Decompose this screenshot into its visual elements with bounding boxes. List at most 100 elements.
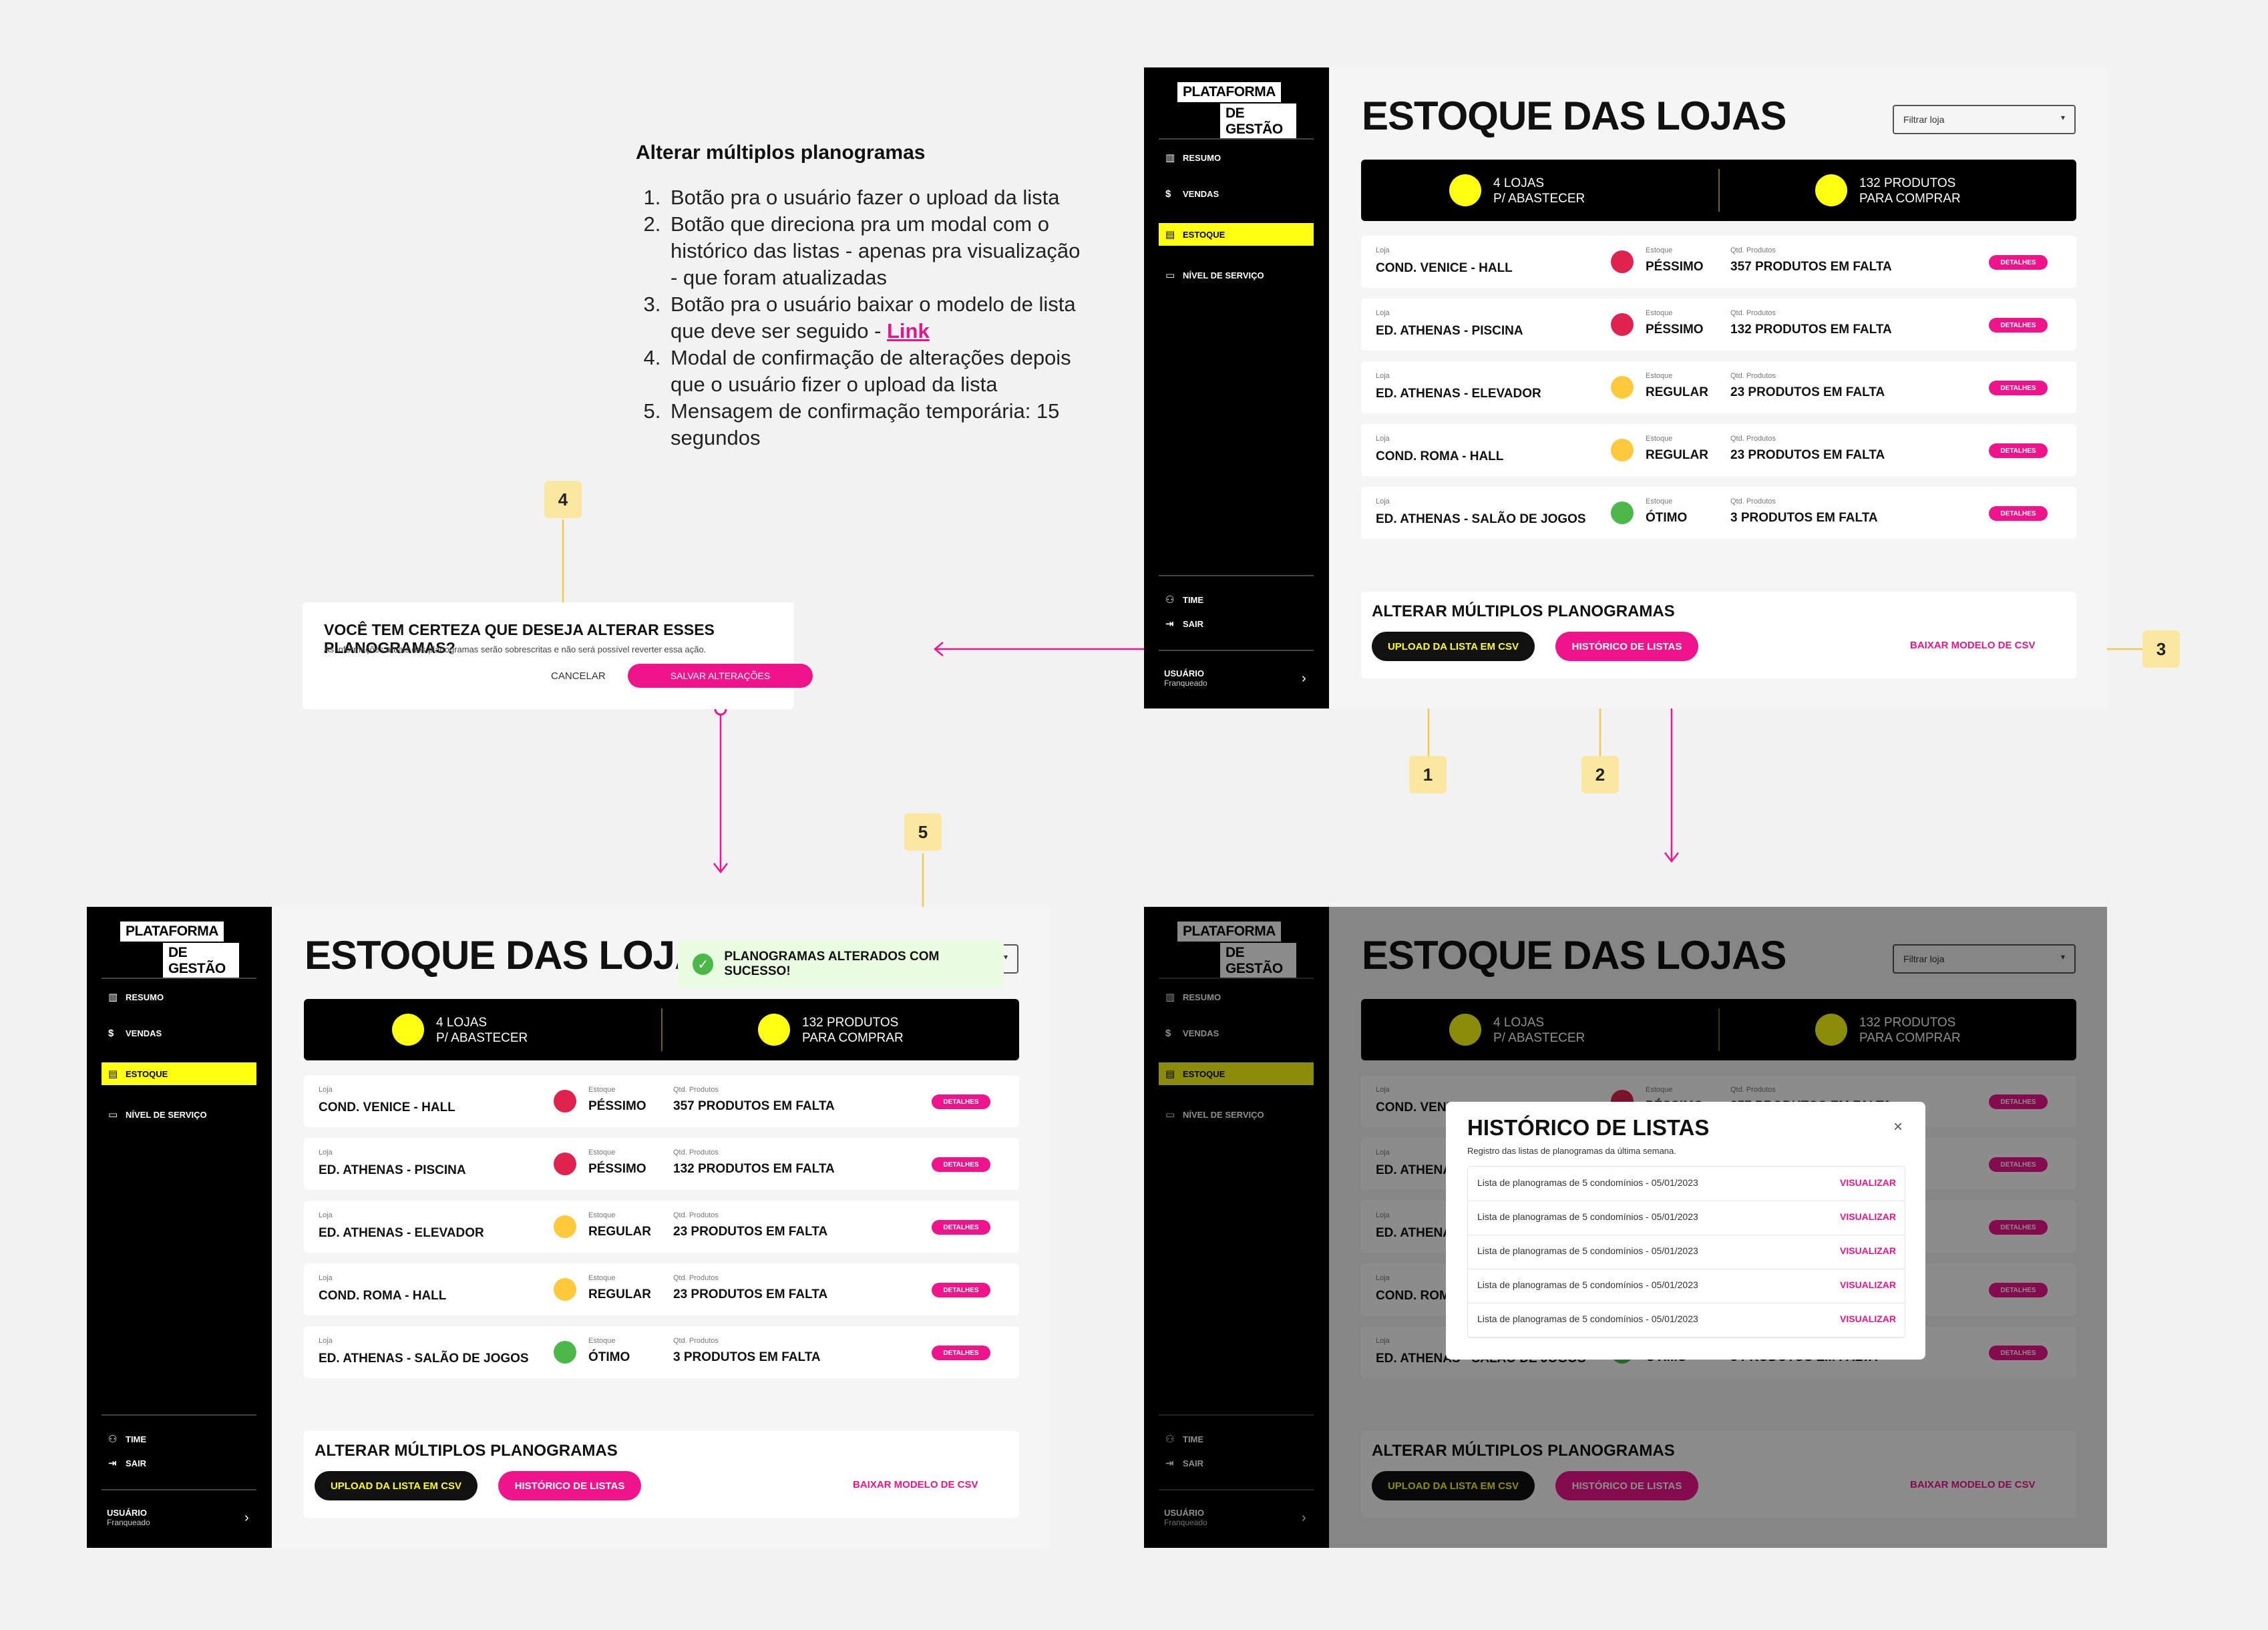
sidebar-item-nivel-servico[interactable]: ▭ NÍVEL DE SERVIÇO	[1159, 264, 1314, 286]
store-filter-select[interactable]: Filtrar loja▾	[1893, 105, 2076, 134]
missing-products: 23 PRODUTOS EM FALTA	[1730, 448, 1885, 462]
sidebar-item-nivel-servico[interactable]: ▭ NÍVEL DE SERVIÇO	[102, 1103, 256, 1126]
view-link[interactable]: VISUALIZAR	[1840, 1177, 1896, 1188]
table-row[interactable]: Loja ED. ATHENAS - PISCINA Estoque PÉSSI…	[304, 1138, 1019, 1190]
user-menu[interactable]: USUÁRIO Franqueado	[107, 1508, 150, 1527]
alterar-planogramas-panel: ALTERAR MÚLTIPLOS PLANOGRAMAS UPLOAD DA …	[1361, 592, 2076, 678]
dollar-icon: $	[1165, 188, 1171, 200]
table-row[interactable]: Loja COND. ROMA - HALL Estoque REGULAR Q…	[1361, 424, 2076, 476]
status-label: PÉSSIMO	[1646, 260, 1704, 274]
sidebar-item-vendas[interactable]: $ VENDAS	[102, 1022, 256, 1044]
view-link[interactable]: VISUALIZAR	[1840, 1211, 1896, 1222]
template-link[interactable]: Link	[887, 319, 930, 343]
store-name: ED. ATHENAS - PISCINA	[319, 1163, 466, 1177]
sidebar-item-sair[interactable]: ⇥ SAIR	[102, 1452, 256, 1474]
view-link[interactable]: VISUALIZAR	[1840, 1245, 1896, 1256]
table-row[interactable]: Loja ED. ATHENAS - ELEVADOR Estoque REGU…	[304, 1201, 1019, 1253]
details-button[interactable]: DETALHES	[932, 1094, 990, 1109]
upload-csv-button[interactable]: UPLOAD DA LISTA EM CSV	[315, 1471, 478, 1500]
inventory-icon: ▤	[108, 1068, 118, 1080]
bar-chart-icon: ▥	[108, 992, 118, 1003]
table-row[interactable]: Loja ED. ATHENAS - PISCINA Estoque PÉSSI…	[1361, 298, 2076, 351]
details-button[interactable]: DETALHES	[932, 1220, 990, 1235]
note-item: Mensagem de confirmação temporária: 15 s…	[667, 398, 1090, 451]
status-dot	[554, 1215, 576, 1238]
download-template-link[interactable]: BAIXAR MODELO DE CSV	[853, 1479, 978, 1490]
table-row[interactable]: Loja ED. ATHENAS - ELEVADOR Estoque REGU…	[1361, 361, 2076, 413]
status-label: REGULAR	[588, 1287, 651, 1301]
history-button[interactable]: HISTÓRICO DE LISTAS	[1555, 632, 1698, 661]
annotation-badge-3: 3	[2142, 630, 2180, 668]
store-name: COND. ROMA - HALL	[1376, 449, 1504, 463]
history-list: Lista de planogramas de 5 condomínios - …	[1467, 1166, 1905, 1338]
table-row[interactable]: Loja COND. VENICE - HALL Estoque PÉSSIMO…	[304, 1075, 1019, 1127]
kpi-divider	[1718, 169, 1720, 212]
list-name: Lista de planogramas de 5 condomínios - …	[1477, 1245, 1698, 1256]
kpi-bar: 4 LOJAS P/ ABASTECER 132 PRODUTOS PARA COM…	[1361, 160, 2076, 221]
store-name: ED. ATHENAS - ELEVADOR	[319, 1226, 484, 1240]
sidebar-item-estoque[interactable]: ▤ ESTOQUE	[102, 1062, 256, 1085]
details-button[interactable]: DETALHES	[932, 1157, 990, 1172]
list-item: Lista de planogramas de 5 condomínios - …	[1468, 1235, 1905, 1269]
sidebar-item-resumo[interactable]: ▥ RESUMO	[1159, 146, 1314, 169]
user-menu[interactable]: USUÁRIO Franqueado	[1164, 668, 1207, 688]
alterar-planogramas-panel: ALTERAR MÚLTIPLOS PLANOGRAMAS UPLOAD DA …	[304, 1431, 1019, 1518]
status-label: ÓTIMO	[588, 1350, 630, 1364]
status-dot	[554, 1090, 576, 1112]
missing-products: 132 PRODUTOS EM FALTA	[1730, 323, 1892, 337]
sidebar: PLATAFORMA DE GESTÃO ▥ RESUMO $ VENDAS ▤ ES…	[87, 907, 272, 1548]
sidebar-item-sair[interactable]: ⇥ SAIR	[1159, 612, 1314, 635]
section-title: ALTERAR MÚLTIPLOS PLANOGRAMAS	[315, 1442, 618, 1460]
list-item: Lista de planogramas de 5 condomínios - …	[1468, 1201, 1905, 1235]
sidebar-item-estoque[interactable]: ▤ ESTOQUE	[1159, 223, 1314, 246]
close-icon[interactable]: ×	[1893, 1118, 1903, 1137]
sidebar-item-resumo[interactable]: ▥ RESUMO	[102, 986, 256, 1008]
missing-products: 357 PRODUTOS EM FALTA	[673, 1099, 835, 1113]
table-row[interactable]: Loja ED. ATHENAS - SALÃO DE JOGOS Estoqu…	[304, 1326, 1019, 1378]
chevron-right-icon[interactable]: ›	[244, 1510, 249, 1526]
status-dot	[1611, 501, 1634, 524]
modal-subtitle: Registro das listas de planogramas da úl…	[1467, 1146, 1676, 1156]
sidebar-item-time[interactable]: ⚇ TIME	[102, 1428, 256, 1450]
store-name: ED. ATHENAS - PISCINA	[1376, 324, 1523, 338]
list-name: Lista de planogramas de 5 condomínios - …	[1477, 1177, 1698, 1188]
view-link[interactable]: VISUALIZAR	[1840, 1279, 1896, 1290]
history-button[interactable]: HISTÓRICO DE LISTAS	[498, 1471, 641, 1500]
status-dot	[554, 1341, 576, 1364]
download-template-link[interactable]: BAIXAR MODELO DE CSV	[1910, 640, 2036, 651]
details-button[interactable]: DETALHES	[1989, 255, 2048, 270]
table-row[interactable]: Loja ED. ATHENAS - SALÃO DE JOGOS Estoqu…	[1361, 487, 2076, 539]
details-button[interactable]: DETALHES	[932, 1346, 990, 1360]
missing-products: 23 PRODUTOS EM FALTA	[1730, 385, 1885, 399]
kpi-bar: 4 LOJAS P/ ABASTECER 132 PRODUTOS PARA COM…	[304, 999, 1019, 1060]
missing-products: 3 PRODUTOS EM FALTA	[1730, 511, 1878, 525]
upload-csv-button[interactable]: UPLOAD DA LISTA EM CSV	[1372, 632, 1535, 661]
note-item: Modal de confirmação de alterações depoi…	[667, 345, 1090, 398]
logo: PLATAFORMA DE GESTÃO	[120, 922, 239, 979]
list-name: Lista de planogramas de 5 condomínios - …	[1477, 1279, 1698, 1290]
confirm-info: As informações atuais dos planogramas se…	[324, 644, 707, 654]
details-button[interactable]: DETALHES	[1989, 318, 2048, 333]
table-row[interactable]: Loja COND. ROMA - HALL Estoque REGULAR Q…	[304, 1263, 1019, 1315]
check-icon: ✓	[693, 954, 714, 975]
details-button[interactable]: DETALHES	[932, 1283, 990, 1297]
status-label: PÉSSIMO	[588, 1099, 646, 1113]
details-button[interactable]: DETALHES	[1989, 381, 2048, 395]
sidebar-item-vendas[interactable]: $ VENDAS	[1159, 182, 1314, 205]
divider	[102, 1414, 256, 1416]
view-link[interactable]: VISUALIZAR	[1840, 1313, 1896, 1324]
cancel-button[interactable]: CANCELAR	[551, 670, 606, 682]
status-dot	[1611, 376, 1634, 399]
table-row[interactable]: Loja COND. VENICE - HALL Estoque PÉSSIMO…	[1361, 236, 2076, 288]
team-icon: ⚇	[108, 1434, 118, 1445]
details-button[interactable]: DETALHES	[1989, 506, 2048, 521]
notes-title: Alterar múltiplos planogramas	[636, 142, 926, 164]
success-toast: ✓ PLANOGRAMAS ALTERADOS COM SUCESSO!	[678, 940, 1004, 988]
save-changes-button[interactable]: SALVAR ALTERAÇÕES	[628, 664, 813, 688]
status-dot	[554, 1153, 576, 1175]
chevron-right-icon[interactable]: ›	[1302, 671, 1306, 686]
history-modal: HISTÓRICO DE LISTAS Registro das listas d…	[1446, 1102, 1925, 1360]
details-button[interactable]: DETALHES	[1989, 443, 2048, 458]
sidebar-item-time[interactable]: ⚇ TIME	[1159, 588, 1314, 611]
status-dot	[1611, 250, 1634, 273]
